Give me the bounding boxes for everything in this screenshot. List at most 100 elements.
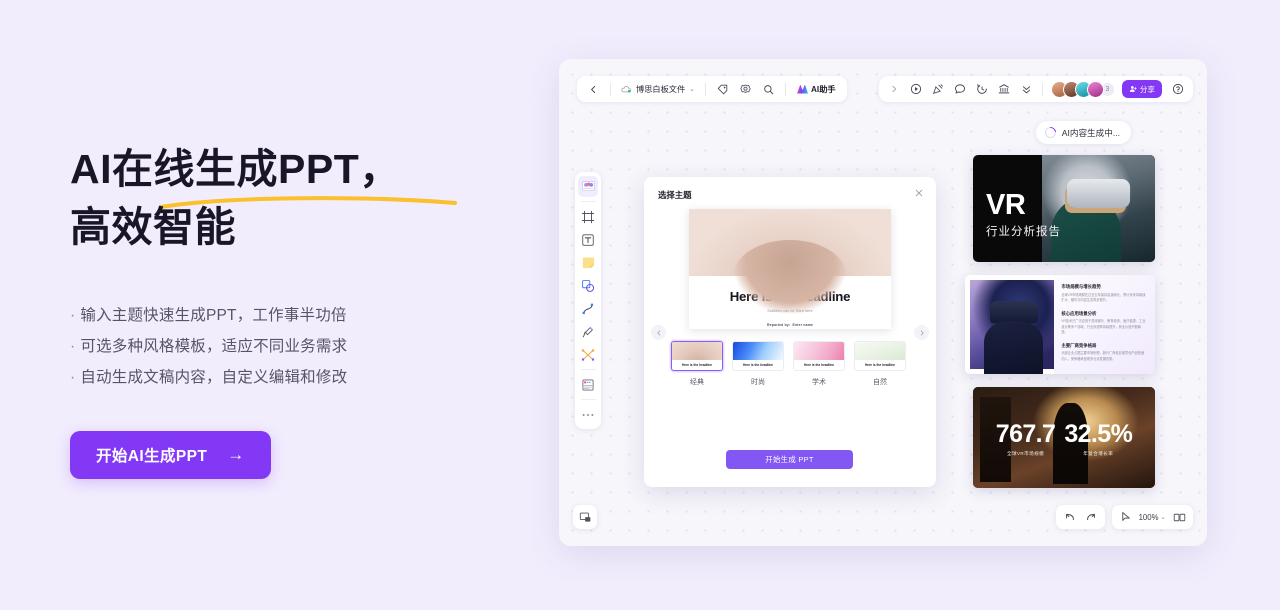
divider	[705, 82, 707, 96]
share-label: 分享	[1139, 84, 1155, 94]
loading-spinner-icon	[1042, 124, 1058, 141]
zoom-level-dropdown[interactable]: 100% ⌄	[1137, 513, 1168, 522]
zoom-level-label: 100%	[1138, 512, 1159, 522]
collapse-chevrons-icon[interactable]	[1016, 79, 1037, 100]
section-body: 头部企业占据主要市场份额，新兴厂商依靠差异化产品快速切入，竞争格局呈现多元化发展…	[1061, 351, 1145, 362]
theme-slide-preview[interactable]: Here is the headline Subtitles can be fi…	[689, 209, 891, 329]
slide-photo	[970, 280, 1060, 374]
settings-gear-icon[interactable]	[735, 79, 756, 100]
toolbar-right: 3 分享	[878, 76, 1193, 102]
divider	[580, 399, 596, 400]
next-theme-button[interactable]	[914, 325, 929, 340]
tool-rail	[575, 172, 601, 429]
marker-pen-icon[interactable]	[578, 321, 598, 342]
history-controls	[1055, 505, 1105, 529]
share-button[interactable]: 分享	[1121, 80, 1162, 98]
presenter-pointer-icon[interactable]	[1116, 507, 1136, 527]
bullet-marker: ·	[70, 369, 76, 387]
theme-option-natural[interactable]: Here is the headline 自然	[854, 341, 906, 387]
bullet-marker: ·	[70, 307, 76, 325]
landing-page: AI在线生成PPT， 高效智能 · 输入主题快速生成PPT，工作事半功倍 · 可选多…	[0, 0, 1280, 610]
theme-label: 自然	[873, 379, 887, 386]
divider	[580, 369, 596, 370]
cta-label: 开始AI生成PPT	[96, 448, 208, 466]
thumbnail-caption: Here is the headline	[681, 363, 713, 367]
chevron-down-icon: ⌄	[689, 86, 696, 93]
help-circle-icon[interactable]	[1167, 79, 1188, 100]
headline-line-1: AI在线生成PPT，	[70, 146, 401, 192]
redo-arrow-icon[interactable]	[1081, 507, 1101, 527]
theme-label: 经典	[690, 379, 704, 386]
theme-option-classic[interactable]: Here is the headline 经典	[671, 341, 723, 387]
thumbnail-image	[672, 342, 722, 360]
theme-option-fashion[interactable]: Here is the headline 时尚	[732, 341, 784, 387]
bullet-text: 可选多种风格模板，适应不同业务需求	[80, 338, 348, 356]
chevron-right-icon[interactable]	[884, 79, 905, 100]
collaborator-avatars[interactable]: 3	[1050, 80, 1115, 98]
stat-value: 32.5%	[1064, 420, 1133, 448]
sticky-note-icon[interactable]	[578, 252, 598, 273]
chevron-left-icon[interactable]	[583, 79, 604, 100]
divider	[610, 82, 611, 96]
book-presentation-icon[interactable]	[1169, 507, 1189, 527]
theme-label: 学术	[812, 379, 826, 386]
bullet-text: 输入主题快速生成PPT，工作事半功倍	[80, 307, 347, 325]
section-body: 全球VR市场规模在过去五年保持高速增长，预计未来将继续扩大，硬件与内容生态同步提…	[1061, 292, 1146, 303]
ai-assistant-label: AI助手	[811, 85, 836, 94]
thumbnail-image	[794, 342, 844, 360]
history-clock-icon[interactable]	[972, 79, 993, 100]
slide-title: VR	[986, 189, 1026, 221]
prev-theme-button[interactable]	[651, 325, 666, 340]
frame-icon[interactable]	[578, 206, 598, 227]
status-text: AI内容生成中...	[1061, 127, 1120, 138]
preview-hero-image	[689, 209, 891, 314]
comment-icon[interactable]	[950, 79, 971, 100]
generated-slide-card-content[interactable]: 市场规模与增长趋势 全球VR市场规模在过去五年保持高速增长，预计未来将继续扩大，…	[965, 275, 1155, 374]
document-table-icon[interactable]	[578, 374, 598, 395]
theme-select-dialog: 选择主题 Here is the headline Subtitles can …	[644, 177, 936, 487]
undo-arrow-icon[interactable]	[1060, 507, 1080, 527]
bullet-text: 自动生成文稿内容，自定义编辑和修改	[80, 369, 348, 387]
document-name-label: 博思白板文件	[636, 85, 686, 94]
theme-thumbnail-list: Here is the headline 经典 Here is the head…	[671, 341, 909, 387]
divider	[580, 201, 596, 202]
generated-slide-card-cover[interactable]: VR 行业分析报告	[973, 155, 1155, 262]
mindmap-connector-icon[interactable]	[578, 344, 598, 365]
close-icon[interactable]	[913, 187, 925, 199]
start-ai-ppt-button[interactable]: 开始AI生成PPT →	[70, 431, 271, 480]
list-item: · 输入主题快速生成PPT，工作事半功倍	[70, 300, 510, 331]
section-body: VR技术已广泛应用于游戏娱乐、教育培训、医疗健康、工业设计等多个领域，行业渗透率…	[1061, 319, 1146, 335]
slide-subtitle: 行业分析报告	[986, 225, 1061, 238]
template-library-icon[interactable]	[578, 176, 598, 197]
section-heading: 主要厂商竞争格局	[1061, 342, 1097, 348]
shapes-icon[interactable]	[578, 275, 598, 296]
chevron-down-icon: ⌄	[1160, 514, 1166, 521]
avatar[interactable]	[1086, 80, 1104, 98]
generated-slide-card-stats[interactable]: 767.7 全球VR市场规模 32.5% 年复合增长率	[973, 387, 1155, 488]
stat-label: 全球VR市场规模	[1006, 451, 1045, 456]
section-heading: 市场规模与增长趋势	[1061, 284, 1101, 289]
ai-assistant-button[interactable]: AI助手	[792, 83, 841, 95]
tag-icon[interactable]	[712, 79, 733, 100]
play-circle-icon[interactable]	[906, 79, 927, 100]
presentation-pointer-icon[interactable]	[928, 79, 949, 100]
more-tools-icon[interactable]	[578, 404, 598, 425]
document-name-dropdown[interactable]: 博思白板文件 ⌄	[617, 83, 699, 95]
curve-pen-icon[interactable]	[578, 298, 598, 319]
page-title: AI在线生成PPT， 高效智能	[70, 140, 510, 256]
search-icon[interactable]	[758, 79, 779, 100]
stat-item: 32.5% 年复合增长率	[1064, 422, 1132, 457]
text-icon[interactable]	[578, 229, 598, 250]
frame-capture-button[interactable]	[573, 505, 597, 529]
thumbnail-caption: Here is the headline	[864, 363, 896, 367]
preview-byline: Reported by：Enter name	[766, 323, 814, 327]
theme-option-academic[interactable]: Here is the headline 学术	[793, 341, 845, 387]
theme-thumbnail: Here is the headline	[793, 341, 845, 371]
bank-template-icon[interactable]	[994, 79, 1015, 100]
cloud-save-icon	[621, 85, 632, 94]
generate-ppt-button[interactable]: 开始生成 PPT	[726, 450, 853, 469]
section-heading: 核心应用场景分析	[1061, 310, 1097, 316]
thumbnail-caption: Here is the headline	[803, 363, 835, 367]
toolbar-left: 博思白板文件 ⌄ AI助手	[577, 76, 847, 102]
theme-thumbnail: Here is the headline	[854, 341, 906, 371]
